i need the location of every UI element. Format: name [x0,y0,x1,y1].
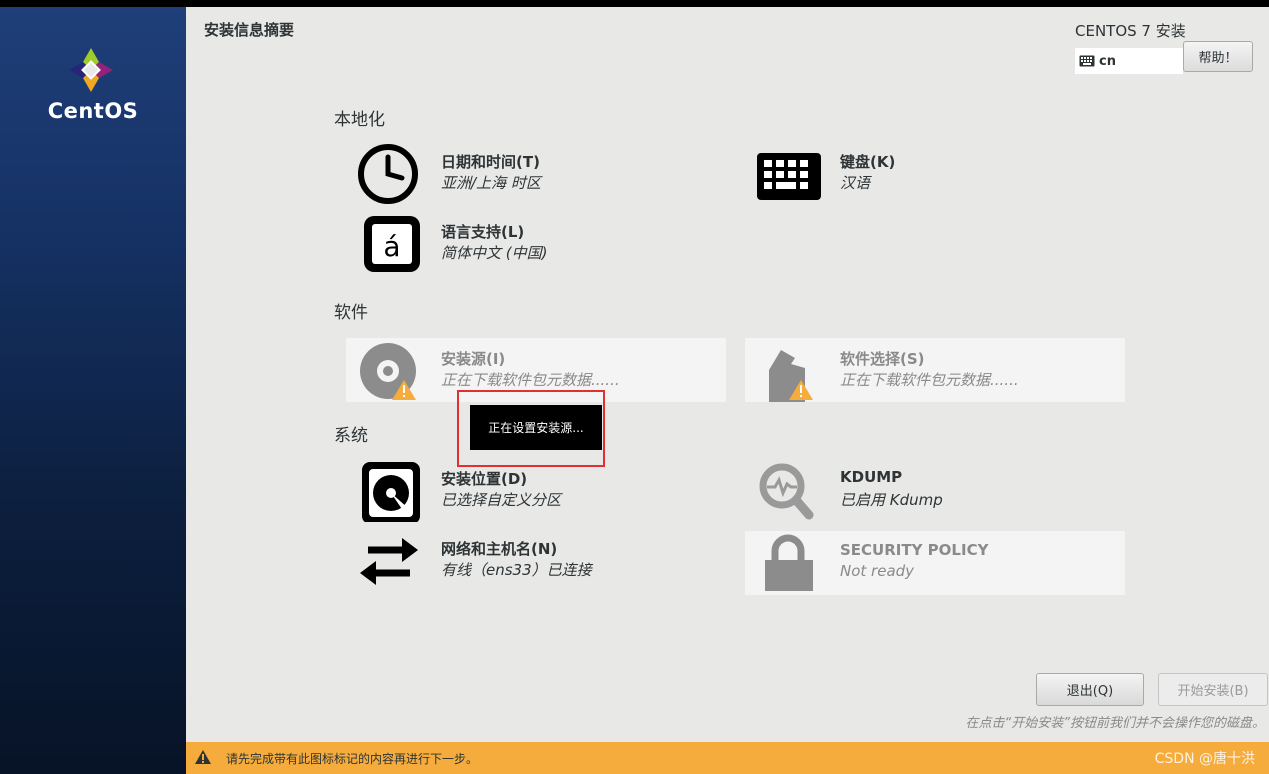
spoke-datetime[interactable]: 日期和时间(T) 亚洲/上海 时区 [346,141,726,205]
spoke-security-title: SECURITY POLICY [840,541,989,559]
clock-icon [358,144,418,204]
spoke-datetime-status: 亚洲/上海 时区 [441,174,541,192]
spoke-language-title: 语言支持(L) [441,223,525,241]
spoke-network-hostname[interactable]: 网络和主机名(N) 有线（ens33）已连接 [346,528,726,592]
top-bar [0,0,1269,7]
spoke-keyboard-status: 汉语 [840,174,871,192]
keyboard-layout-indicator[interactable]: cn [1075,48,1183,74]
spoke-kdump-title: KDUMP [840,468,903,486]
spoke-software-title: 软件选择(S) [840,350,925,368]
spoke-network-title: 网络和主机名(N) [441,540,558,558]
spoke-kdump-status: 已启用 Kdump [840,491,943,509]
disk-safety-note: 在点击“开始安装”按钮前我们并不会操作您的磁盘。 [965,716,1265,731]
harddisk-icon [362,462,420,522]
keyboard-small-icon [1079,55,1095,67]
spoke-destination-title: 安装位置(D) [441,470,528,488]
main-panel: 安装信息摘要 CENTOS 7 安装 cn 帮助！ 本地化 软件 系统 日期和时… [186,7,1269,774]
spoke-keyboard-title: 键盘(K) [840,153,896,171]
spoke-software-selection[interactable]: 软件选择(S) 正在下载软件包元数据...... [745,338,1125,402]
help-button[interactable]: 帮助！ [1183,41,1253,72]
magnifier-icon [759,463,814,520]
keyboard-icon [757,153,821,200]
package-icon [769,350,813,402]
spoke-source-title: 安装源(I) [441,350,506,368]
keyboard-layout-label: cn [1099,53,1116,69]
centos-logo-text: CentOS [47,99,139,123]
spoke-network-status: 有线（ens33）已连接 [441,561,592,579]
setting-source-tooltip: 正在设置安装源... [470,405,602,450]
spoke-keyboard[interactable]: 键盘(K) 汉语 [745,141,1125,205]
disc-icon [360,343,416,400]
spoke-destination-status: 已选择自定义分区 [441,491,562,509]
spoke-language-status: 简体中文 (中国) [441,244,548,262]
svg-text:á: á [383,230,400,263]
spoke-installation-destination[interactable]: 安装位置(D) 已选择自定义分区 [346,458,726,522]
language-icon: á [364,216,420,272]
sidebar: CentOS [0,7,186,774]
spoke-security-policy[interactable]: SECURITY POLICY Not ready [745,531,1125,595]
spoke-datetime-title: 日期和时间(T) [441,153,540,171]
section-system: 系统 [334,426,368,446]
spoke-software-status: 正在下载软件包元数据...... [840,371,1019,389]
spoke-security-status: Not ready [840,562,915,580]
lock-icon [765,534,813,591]
begin-installation-button[interactable]: 开始安装(B) [1158,673,1268,706]
spoke-language[interactable]: á 语言支持(L) 简体中文 (中国) [346,211,726,275]
watermark: CSDN @唐十洪 [1154,751,1255,767]
warning-message: 请先完成带有此图标标记的内容再进行下一步。 [226,752,479,766]
network-arrows-icon [360,538,418,585]
section-localization: 本地化 [334,110,385,130]
spoke-kdump[interactable]: KDUMP 已启用 Kdump [745,458,1125,522]
page-title: 安装信息摘要 [204,21,295,39]
warning-icon [195,750,211,764]
warning-bar: 请先完成带有此图标标记的内容再进行下一步。 CSDN @唐十洪 [186,742,1269,774]
spoke-source-status: 正在下载软件包元数据...... [441,371,620,389]
product-title: CENTOS 7 安装 [1075,22,1186,40]
quit-button[interactable]: 退出(Q) [1036,673,1144,706]
centos-logo-icon [69,48,113,92]
section-software: 软件 [334,303,368,323]
